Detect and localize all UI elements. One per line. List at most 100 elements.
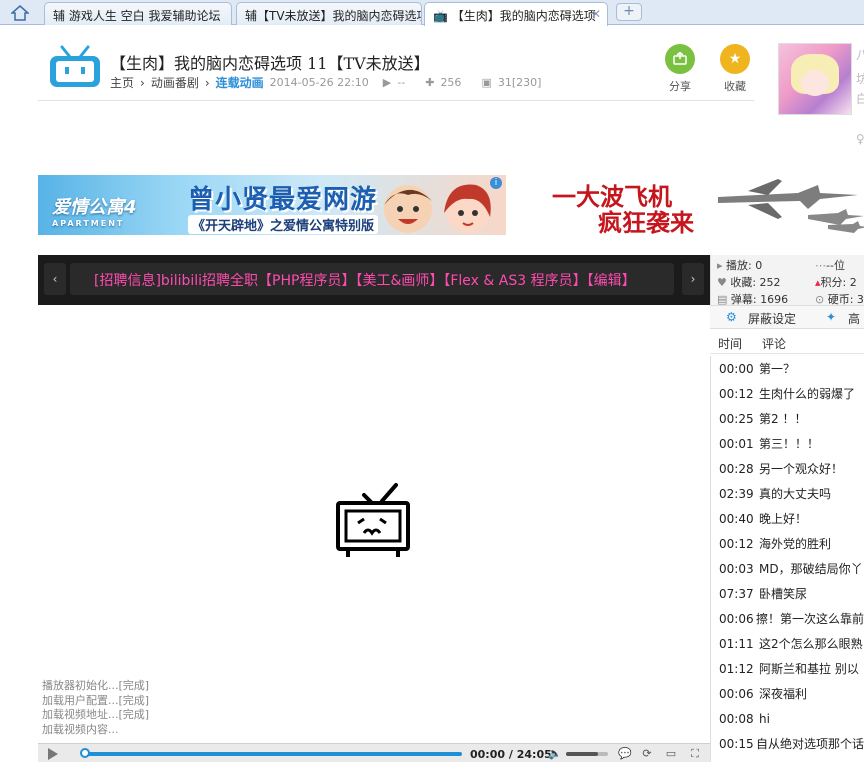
- column-comment[interactable]: 评论: [762, 335, 786, 352]
- list-item[interactable]: 00:01 第三！！！: [711, 431, 864, 456]
- comment-text: 生肉什么的弱爆了: [759, 387, 856, 401]
- comment-time: 02:39: [719, 486, 754, 501]
- new-tab-button[interactable]: +: [616, 3, 642, 21]
- danmaku-count-icon: ▣: [481, 76, 492, 89]
- danmaku-toggle-icon[interactable]: 💬: [618, 747, 632, 760]
- load-log-line: 播放器初始化...[完成]: [42, 679, 150, 692]
- progress-bar[interactable]: [84, 752, 462, 756]
- list-item[interactable]: 00:06 擦！第一次这么靠前: [711, 606, 864, 631]
- truncated-text: ♀: [856, 132, 864, 146]
- player-control-bar: 00:00 / 24:05 🔈 💬 ⟳ ▭ ⛶: [38, 743, 710, 762]
- comment-text: hi: [759, 711, 770, 726]
- browser-tab[interactable]: 辅 游戏人生 空白 我爱辅助论坛: [44, 2, 232, 25]
- ad-brand: 爱情公寓4 APARTMENT: [52, 193, 137, 228]
- list-item[interactable]: 00:06 深夜福利: [711, 681, 864, 706]
- stat-plays-text: 播放: 0: [726, 259, 763, 272]
- shield-icon: ⚙: [726, 310, 737, 324]
- list-item[interactable]: 01:12 阿斯兰和基拉 别以: [711, 656, 864, 681]
- collect-button[interactable]: ★: [720, 44, 750, 74]
- crumb-anime[interactable]: 动画番剧: [151, 74, 199, 91]
- widescreen-icon[interactable]: ▭: [664, 747, 678, 760]
- list-item[interactable]: 01:11 这2个怎么那么眼熟: [711, 631, 864, 656]
- danmaku-count: 31[230]: [497, 76, 542, 89]
- list-item[interactable]: 00:12 生肉什么的弱爆了: [711, 381, 864, 406]
- rank-icon: ⋯: [815, 259, 826, 272]
- fighter-planes-image: [718, 179, 864, 233]
- list-item[interactable]: 00:03 MD，那破结局你丫: [711, 556, 864, 581]
- list-item[interactable]: 07:37 卧槽笑尿: [711, 581, 864, 606]
- list-item[interactable]: 00:40 晚上好！: [711, 506, 864, 531]
- heart-icon: ♥: [717, 276, 731, 289]
- upload-date: 2014-05-26 22:10: [269, 76, 369, 89]
- comment-time: 00:25: [719, 411, 754, 426]
- advanced-button[interactable]: 高: [848, 310, 860, 327]
- share-button[interactable]: [665, 44, 695, 74]
- list-item[interactable]: 00:12 海外党的胜利: [711, 531, 864, 556]
- progress-handle[interactable]: [80, 748, 90, 758]
- comment-time: 01:12: [719, 661, 754, 676]
- ad-brand-name: 爱情公寓4: [52, 197, 137, 218]
- play-small-icon: ▸: [717, 259, 727, 272]
- comment-text: 擦！第一次这么靠前: [755, 612, 864, 626]
- load-log-line: 加载视频内容...: [42, 722, 119, 736]
- list-item[interactable]: 02:39 真的大丈夫吗: [711, 481, 864, 506]
- browser-tab[interactable]: 辅【TV未放送】我的脑内恋碍选项: [236, 2, 422, 25]
- comment-time: 00:00: [719, 361, 754, 376]
- crumb-home[interactable]: 主页: [110, 74, 134, 91]
- favorite-count: 256: [440, 76, 462, 89]
- share-label: 分享: [669, 80, 691, 93]
- home-icon[interactable]: [6, 2, 34, 23]
- truncated-text: 八: [856, 48, 864, 62]
- uploader-avatar[interactable]: [778, 43, 852, 115]
- comment-time: 00:12: [719, 536, 754, 551]
- loop-icon[interactable]: ⟳: [640, 747, 654, 760]
- play-icon[interactable]: [48, 748, 58, 760]
- ad-brand-sub: APARTMENT: [52, 219, 125, 228]
- time-separator: /: [508, 748, 513, 761]
- crumb-serial[interactable]: 连载动画: [216, 74, 264, 91]
- ad-info-icon[interactable]: i: [490, 177, 502, 189]
- truncated-text: 白: [856, 92, 864, 106]
- ad-banner-left[interactable]: 爱情公寓4 APARTMENT 曾小贤最爱网游 《开天辟地》之爱情公寓特别版 i: [38, 175, 506, 235]
- comment-time: 00:15: [719, 736, 754, 751]
- column-time[interactable]: 时间: [718, 335, 742, 352]
- stat-favs-text: 收藏: 252: [730, 276, 781, 289]
- advanced-icon: ✦: [826, 310, 837, 324]
- load-log-line: 加载视频地址...[完成]: [42, 708, 150, 721]
- list-item[interactable]: 00:08 hi: [711, 706, 864, 731]
- list-item[interactable]: 00:28 另一个观众好！: [711, 456, 864, 481]
- close-tab-icon[interactable]: ✕: [591, 7, 601, 21]
- star-icon: ★: [728, 51, 742, 67]
- shield-settings-button[interactable]: 屏蔽设定: [748, 310, 796, 327]
- danmaku-toolbar: ⚙ 屏蔽设定 ✦ 高: [710, 305, 864, 329]
- bilibili-tv-loading-icon: [336, 483, 410, 557]
- chevron-right-icon: ›: [140, 75, 145, 90]
- browser-tab-active[interactable]: 📺 【生肉】我的脑内恋碍选项 ✕: [424, 2, 608, 26]
- volume-icon[interactable]: 🔈: [548, 747, 562, 760]
- video-player[interactable]: 播放器初始化...[完成] 加载用户配置...[完成] 加载视频地址...[完成…: [38, 305, 710, 743]
- stat-points: ▴积分: 2: [815, 274, 857, 290]
- ad-subline: 《开天辟地》之爱情公寓特别版: [188, 215, 379, 234]
- comment-text: 阿斯兰和基拉 别以: [759, 662, 859, 676]
- fullscreen-icon[interactable]: ⛶: [688, 747, 702, 760]
- comment-time: 01:11: [719, 636, 754, 651]
- list-item[interactable]: 00:00 第一？: [711, 356, 864, 381]
- list-item[interactable]: 00:15 自从绝对选项那个话: [711, 731, 864, 756]
- ad-banner-right[interactable]: 一大波飞机 疯狂袭来: [548, 175, 864, 235]
- truncated-text: 坊: [856, 72, 864, 86]
- share-icon: [673, 52, 687, 65]
- bilibili-logo[interactable]: [48, 45, 102, 89]
- stat-rank-text: --位: [826, 259, 845, 272]
- player-load-log: 播放器初始化...[完成] 加载用户配置...[完成] 加载视频地址...[完成…: [42, 679, 149, 737]
- notice-bar: ‹ [招聘信息]bilibili招聘全职【PHP程序员】【美工&画师】【Flex…: [38, 255, 710, 305]
- volume-slider[interactable]: [566, 752, 608, 756]
- list-item[interactable]: 00:25 第2 ！！: [711, 406, 864, 431]
- danmaku-list[interactable]: 00:00 第一？ 00:12 生肉什么的弱爆了 00:25 第2 ！！ 00:01 第…: [710, 356, 864, 762]
- notice-prev-button[interactable]: ‹: [44, 263, 66, 295]
- stat-plays: ▸ 播放: 0: [717, 257, 762, 273]
- notice-message[interactable]: [招聘信息]bilibili招聘全职【PHP程序员】【美工&画师】【Flex &…: [94, 270, 636, 290]
- time-display: 00:00 / 24:05: [470, 748, 552, 761]
- video-stats-panel: ▸ 播放: 0 ♥ 收藏: 252 ▤ 弹幕: 1696 ⋯--位 ▴积分: 2…: [710, 255, 864, 306]
- notice-next-button[interactable]: ›: [682, 263, 704, 295]
- load-log-line: 加载用户配置...[完成]: [42, 693, 150, 707]
